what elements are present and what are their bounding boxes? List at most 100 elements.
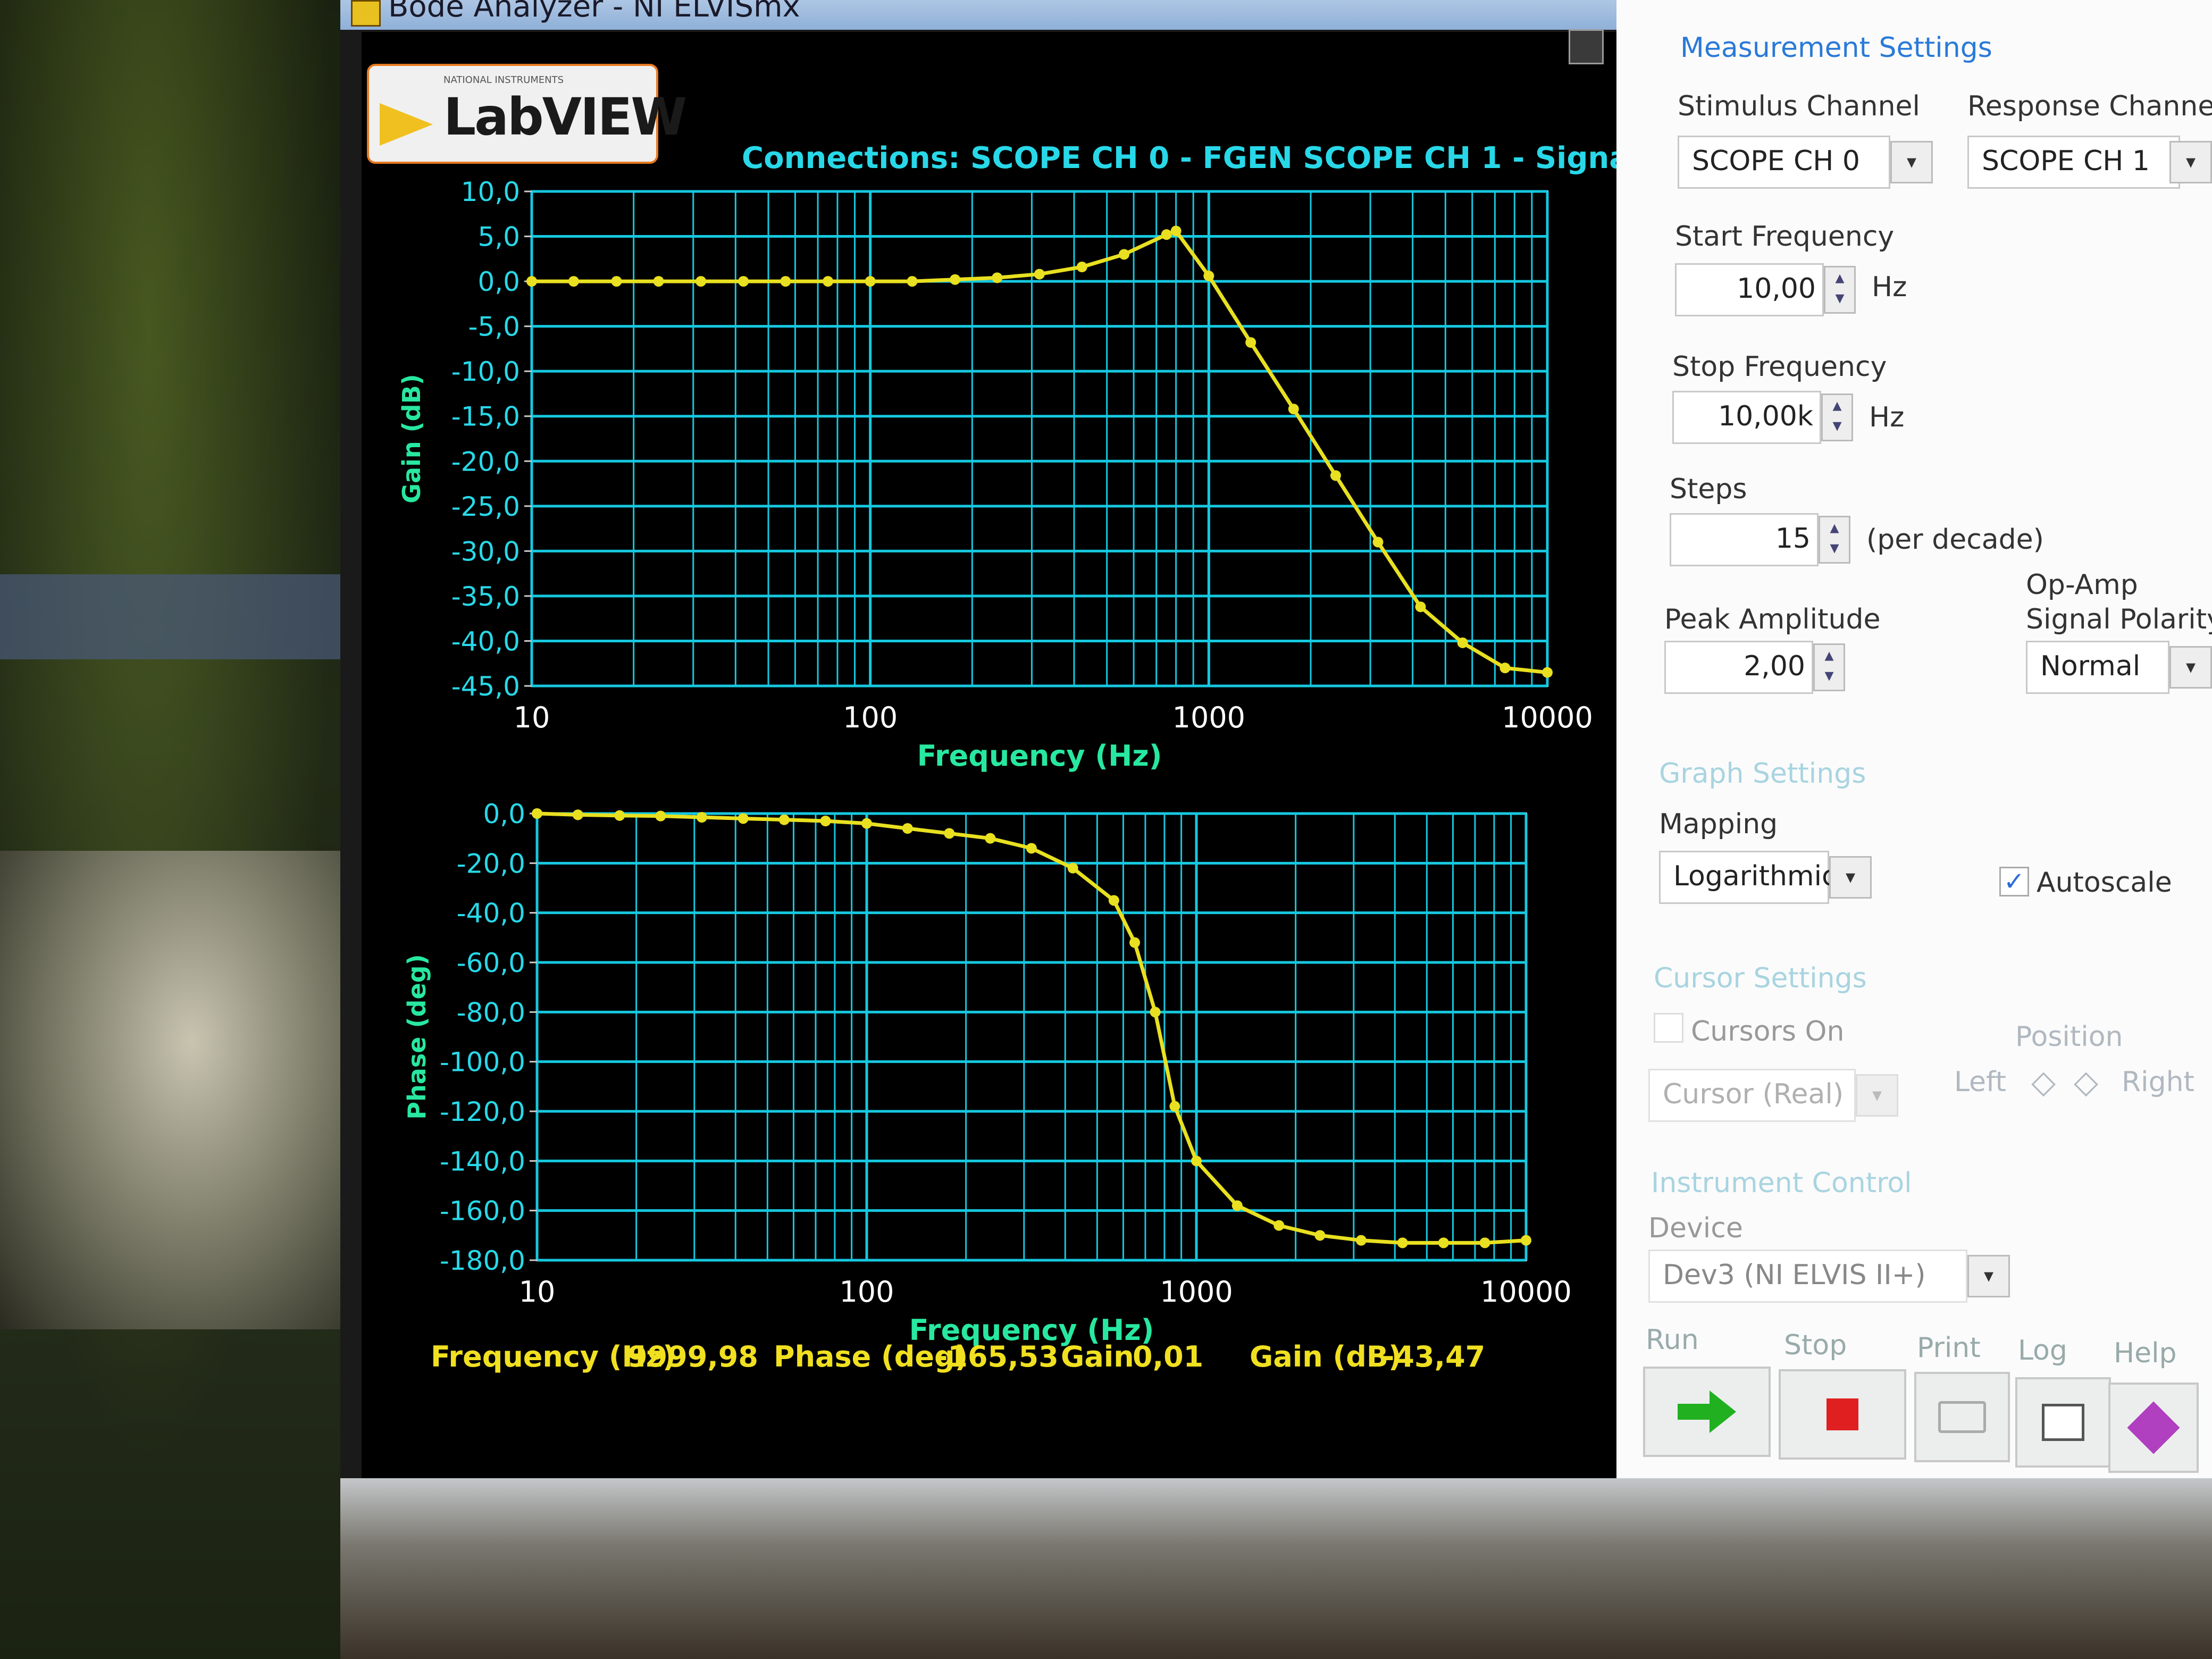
help-button[interactable] xyxy=(2108,1382,2199,1473)
help-book-icon xyxy=(2127,1401,2180,1454)
log-button[interactable] xyxy=(2015,1377,2111,1468)
peak-amplitude-input[interactable]: 2,00 xyxy=(1664,641,1813,694)
gain-point xyxy=(1542,667,1553,678)
gain-ytick-label: 0,0 xyxy=(477,266,520,297)
stimulus-dropdown-icon[interactable]: ▾ xyxy=(1890,141,1933,183)
device-label: Device xyxy=(1648,1212,1743,1244)
phase-ytick-label: -140,0 xyxy=(440,1146,525,1177)
response-dropdown-icon[interactable]: ▾ xyxy=(2169,141,2212,183)
signal-polarity-select[interactable]: Normal xyxy=(2026,641,2169,694)
gain-point xyxy=(696,276,707,287)
polarity-dropdown-icon[interactable]: ▾ xyxy=(2169,646,2212,689)
run-button[interactable] xyxy=(1643,1367,1771,1457)
steps-spinner-icon[interactable]: ▴ ▾ xyxy=(1819,516,1850,564)
phase-point xyxy=(1231,1200,1243,1211)
phase-point xyxy=(1355,1235,1367,1246)
phase-point xyxy=(1026,843,1037,854)
steps-input[interactable]: 15 xyxy=(1670,513,1819,566)
gain-xtick-label: 1000 xyxy=(1172,701,1245,734)
start-frequency-spinner-icon[interactable]: ▴ ▾ xyxy=(1824,266,1856,314)
restore-icon[interactable] xyxy=(1569,29,1604,64)
help-label: Help xyxy=(2114,1337,2177,1369)
stop-frequency-input[interactable]: 10,00k xyxy=(1672,391,1821,444)
phase-point xyxy=(696,812,707,823)
gain-ytick-label: 10,0 xyxy=(461,177,520,207)
stop-frequency-spinner-icon[interactable]: ▴ ▾ xyxy=(1821,393,1853,441)
gain-point xyxy=(1245,337,1256,348)
gain-ytick-label: -10,0 xyxy=(451,356,520,387)
gain-point xyxy=(526,276,537,287)
stop-button[interactable] xyxy=(1779,1369,1906,1460)
phase-trace xyxy=(537,811,1527,1245)
steps-label: Steps xyxy=(1670,473,1747,505)
gain-point xyxy=(865,276,876,287)
phase-point xyxy=(1479,1237,1490,1249)
device-select[interactable]: Dev3 (NI ELVIS II+) xyxy=(1648,1250,1967,1303)
printer-icon xyxy=(1938,1401,1986,1433)
phase-point xyxy=(1273,1220,1285,1231)
mapping-dropdown-icon[interactable]: ▾ xyxy=(1829,856,1872,899)
start-frequency-label: Start Frequency xyxy=(1675,221,1895,253)
background-fog xyxy=(0,851,383,1329)
response-channel-select[interactable]: SCOPE CH 1 xyxy=(1967,136,2180,189)
measurement-settings-title: Measurement Settings xyxy=(1680,32,1992,64)
gain-ytick-label: -45,0 xyxy=(451,671,520,702)
device-dropdown-icon[interactable]: ▾ xyxy=(1967,1255,2010,1297)
graph-settings-title: Graph Settings xyxy=(1659,758,1866,790)
gain-xtick-label: 10000 xyxy=(1502,701,1593,734)
gain-ylabel: Gain (dB) xyxy=(397,374,426,503)
readout-frequency-value: 9999,98 xyxy=(627,1340,758,1373)
phase-ytick-label: -180,0 xyxy=(440,1245,525,1276)
gain-point xyxy=(738,276,749,287)
phase-point xyxy=(1108,895,1119,906)
gain-ytick-label: -5,0 xyxy=(468,312,520,342)
cursors-on-checkbox[interactable] xyxy=(1654,1013,1683,1043)
phase-point xyxy=(738,813,749,824)
cursor-dropdown-icon[interactable]: ▾ xyxy=(1856,1074,1898,1117)
gain-plot[interactable]: 10,0 5,0 0,0 -5,0 -10,0 -15,0 -20,0 -25,0 -30,0 -… xyxy=(372,175,1606,792)
gain-point xyxy=(1330,470,1341,481)
position-left-icon[interactable]: ◇ xyxy=(2031,1063,2056,1101)
gain-point xyxy=(1499,663,1511,674)
stimulus-channel-select[interactable]: SCOPE CH 0 xyxy=(1678,136,1890,189)
position-right-label: Right xyxy=(2122,1066,2194,1098)
log-label: Log xyxy=(2018,1335,2067,1367)
phase-point xyxy=(861,818,872,829)
start-frequency-unit: Hz xyxy=(1872,271,1907,303)
gain-ytick-label: -20,0 xyxy=(451,446,520,477)
gain-point xyxy=(611,276,622,287)
peak-amplitude-spinner-icon[interactable]: ▴ ▾ xyxy=(1813,643,1845,691)
window-title: Bode Analyzer - NI ELVISmx xyxy=(388,0,800,24)
mapping-select[interactable]: Logarithmic xyxy=(1659,851,1837,904)
phase-xtick-label: 100 xyxy=(839,1275,894,1309)
gain-point xyxy=(780,276,791,287)
labview-logo-icon xyxy=(380,103,433,146)
start-frequency-input[interactable]: 10,00 xyxy=(1675,263,1824,316)
logo-text: LabVIEW xyxy=(443,87,687,147)
phase-point xyxy=(1521,1235,1531,1246)
cursors-on-label: Cursors On xyxy=(1691,1016,1845,1048)
gain-point xyxy=(1415,601,1426,613)
gain-point xyxy=(1372,537,1384,548)
phase-plot[interactable]: 0,0 -20,0 -40,0 -60,0 -80,0 -100,0 -120,0 -140,… xyxy=(372,782,1606,1356)
gain-point xyxy=(1457,637,1468,648)
stop-square-icon xyxy=(1826,1398,1858,1430)
cursor-select[interactable]: Cursor (Real) xyxy=(1648,1069,1856,1122)
phase-xtick-label: 1000 xyxy=(1160,1275,1233,1309)
phase-point xyxy=(1438,1237,1449,1249)
gain-ytick-label: -15,0 xyxy=(451,401,520,432)
autoscale-checkbox[interactable]: ✓ xyxy=(1999,867,2029,896)
gain-trace xyxy=(532,229,1548,675)
print-button[interactable] xyxy=(1914,1372,2010,1462)
stop-frequency-unit: Hz xyxy=(1869,401,1905,433)
gain-xtick-label: 10 xyxy=(514,701,550,734)
signal-polarity-label: Signal Polarity xyxy=(2026,604,2212,635)
readout-gain-label: Gain xyxy=(1061,1340,1134,1373)
background-trees xyxy=(0,0,372,1659)
phase-point xyxy=(944,828,955,839)
phase-point xyxy=(572,809,583,820)
gain-point xyxy=(950,274,961,285)
position-right-icon[interactable]: ◇ xyxy=(2074,1063,2098,1101)
peak-amplitude-label: Peak Amplitude xyxy=(1664,604,1881,635)
stimulus-channel-label: Stimulus Channel xyxy=(1678,90,1920,122)
